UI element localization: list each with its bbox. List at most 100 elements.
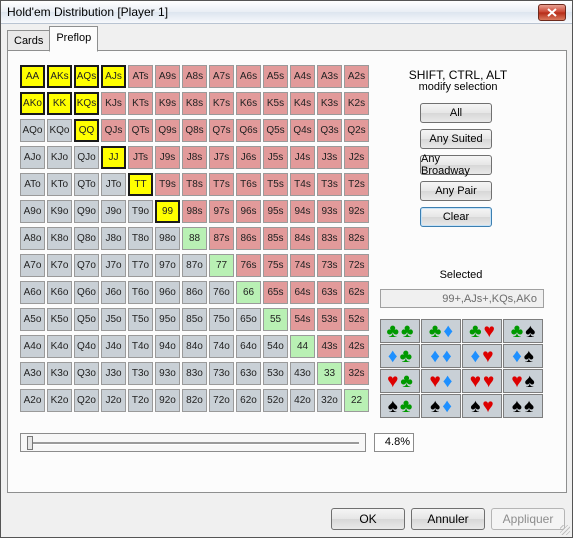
hand-cell[interactable]: 98s [182, 200, 207, 223]
hand-cell[interactable]: QQ [74, 119, 99, 142]
hand-cell[interactable]: ATs [128, 65, 153, 88]
hand-cell[interactable]: 76o [209, 281, 234, 304]
cancel-button[interactable]: Annuler [411, 508, 485, 530]
hand-cell[interactable]: 92o [155, 389, 180, 412]
hand-cell[interactable]: 87s [209, 227, 234, 250]
hand-cell[interactable]: K5s [263, 92, 288, 115]
hand-cell[interactable]: QJs [101, 119, 126, 142]
ok-button[interactable]: OK [331, 508, 405, 530]
hand-cell[interactable]: T2o [128, 389, 153, 412]
hand-cell[interactable]: A3s [317, 65, 342, 88]
hand-cell[interactable]: 77 [209, 254, 234, 277]
hand-cell[interactable]: T9o [128, 200, 153, 223]
hand-cell[interactable]: A7s [209, 65, 234, 88]
hand-cell[interactable]: Q7o [74, 254, 99, 277]
hand-cell[interactable]: J8o [101, 227, 126, 250]
hand-cell[interactable]: 75o [209, 308, 234, 331]
hand-cell[interactable]: J4s [290, 146, 315, 169]
hand-cell[interactable]: 74o [209, 335, 234, 358]
hand-cell[interactable]: T6s [236, 173, 261, 196]
hand-cell[interactable]: J3o [101, 362, 126, 385]
hand-cell[interactable]: A3o [20, 362, 45, 385]
hand-cell[interactable]: 84s [290, 227, 315, 250]
suit-combo-clubs-diamonds[interactable]: ♣ ♦ [421, 319, 461, 343]
hand-cell[interactable]: T5s [263, 173, 288, 196]
hand-cell[interactable]: QJo [74, 146, 99, 169]
hand-cell[interactable]: 85o [182, 308, 207, 331]
any-pair-button[interactable]: Any Pair [420, 181, 492, 201]
suit-combo-spades-hearts[interactable]: ♠ ♥ [462, 394, 502, 418]
hand-cell[interactable]: JTs [128, 146, 153, 169]
hand-cell[interactable]: A6o [20, 281, 45, 304]
hand-cell[interactable]: Q5o [74, 308, 99, 331]
hand-cell[interactable]: Q4o [74, 335, 99, 358]
hand-cell[interactable]: Q5s [263, 119, 288, 142]
hand-cell[interactable]: KQo [47, 119, 72, 142]
suit-combo-hearts-spades[interactable]: ♥ ♠ [503, 369, 543, 393]
hand-cell[interactable]: 33 [317, 362, 342, 385]
hand-cell[interactable]: 98o [155, 227, 180, 250]
hand-cell[interactable]: 44 [290, 335, 315, 358]
hand-cell[interactable]: 76s [236, 254, 261, 277]
hand-cell[interactable]: 93o [155, 362, 180, 385]
hand-cell[interactable]: 73s [317, 254, 342, 277]
hand-cell[interactable]: J6o [101, 281, 126, 304]
hand-cell[interactable]: 95o [155, 308, 180, 331]
suit-combo-spades-spades[interactable]: ♠ ♠ [503, 394, 543, 418]
hand-cell[interactable]: A7o [20, 254, 45, 277]
hand-cell[interactable]: Q2s [344, 119, 369, 142]
hand-cell[interactable]: A4s [290, 65, 315, 88]
hand-cell[interactable]: 66 [236, 281, 261, 304]
suit-combo-diamonds-hearts[interactable]: ♦ ♥ [462, 344, 502, 368]
hand-cell[interactable]: A5o [20, 308, 45, 331]
hand-cell[interactable]: J4o [101, 335, 126, 358]
hand-cell[interactable]: 94s [290, 200, 315, 223]
any-suited-button[interactable]: Any Suited [420, 129, 492, 149]
hand-cell[interactable]: Q9o [74, 200, 99, 223]
hand-cell[interactable]: K3s [317, 92, 342, 115]
hand-cell[interactable]: Q9s [155, 119, 180, 142]
hand-cell[interactable]: AKs [47, 65, 72, 88]
hand-cell[interactable]: 83s [317, 227, 342, 250]
hand-cell[interactable]: 65o [236, 308, 261, 331]
hand-cell[interactable]: 82o [182, 389, 207, 412]
hand-cell[interactable]: A2o [20, 389, 45, 412]
clear-button[interactable]: Clear [420, 207, 492, 227]
hand-cell[interactable]: A8o [20, 227, 45, 250]
range-percent-field[interactable]: 4.8% [374, 433, 414, 452]
hand-cell[interactable]: J2s [344, 146, 369, 169]
suit-combo-spades-clubs[interactable]: ♠ ♣ [380, 394, 420, 418]
slider-thumb[interactable] [27, 436, 33, 450]
any-broadway-button[interactable]: Any Broadway [420, 153, 492, 177]
tab-preflop[interactable]: Preflop [49, 26, 99, 52]
hand-cell[interactable]: JTo [101, 173, 126, 196]
hand-cell[interactable]: 53o [263, 362, 288, 385]
hand-cell[interactable]: TT [128, 173, 153, 196]
hand-cell[interactable]: KJo [47, 146, 72, 169]
hand-cell[interactable]: 84o [182, 335, 207, 358]
close-button[interactable] [538, 4, 566, 21]
hand-cell[interactable]: 96o [155, 281, 180, 304]
hand-cell[interactable]: AA [20, 65, 45, 88]
hand-cell[interactable]: K9s [155, 92, 180, 115]
hand-cell[interactable]: 88 [182, 227, 207, 250]
hand-cell[interactable]: 72o [209, 389, 234, 412]
hand-cell[interactable]: AKo [20, 92, 45, 115]
hand-cell[interactable]: T7s [209, 173, 234, 196]
hand-cell[interactable]: 43o [290, 362, 315, 385]
hand-cell[interactable]: JJ [101, 146, 126, 169]
tab-cards[interactable]: Cards [7, 30, 51, 51]
hand-cell[interactable]: K7s [209, 92, 234, 115]
hand-cell[interactable]: T5o [128, 308, 153, 331]
hand-cell[interactable]: KQs [74, 92, 99, 115]
hand-cell[interactable]: 42s [344, 335, 369, 358]
hand-cell[interactable]: T4o [128, 335, 153, 358]
hand-cell[interactable]: Q6s [236, 119, 261, 142]
hand-cell[interactable]: AJo [20, 146, 45, 169]
hand-cell[interactable]: J5o [101, 308, 126, 331]
all-button[interactable]: All [420, 103, 492, 123]
hand-cell[interactable]: 42o [290, 389, 315, 412]
hand-cell[interactable]: J5s [263, 146, 288, 169]
hand-cell[interactable]: A9o [20, 200, 45, 223]
hand-cell[interactable]: KJs [101, 92, 126, 115]
